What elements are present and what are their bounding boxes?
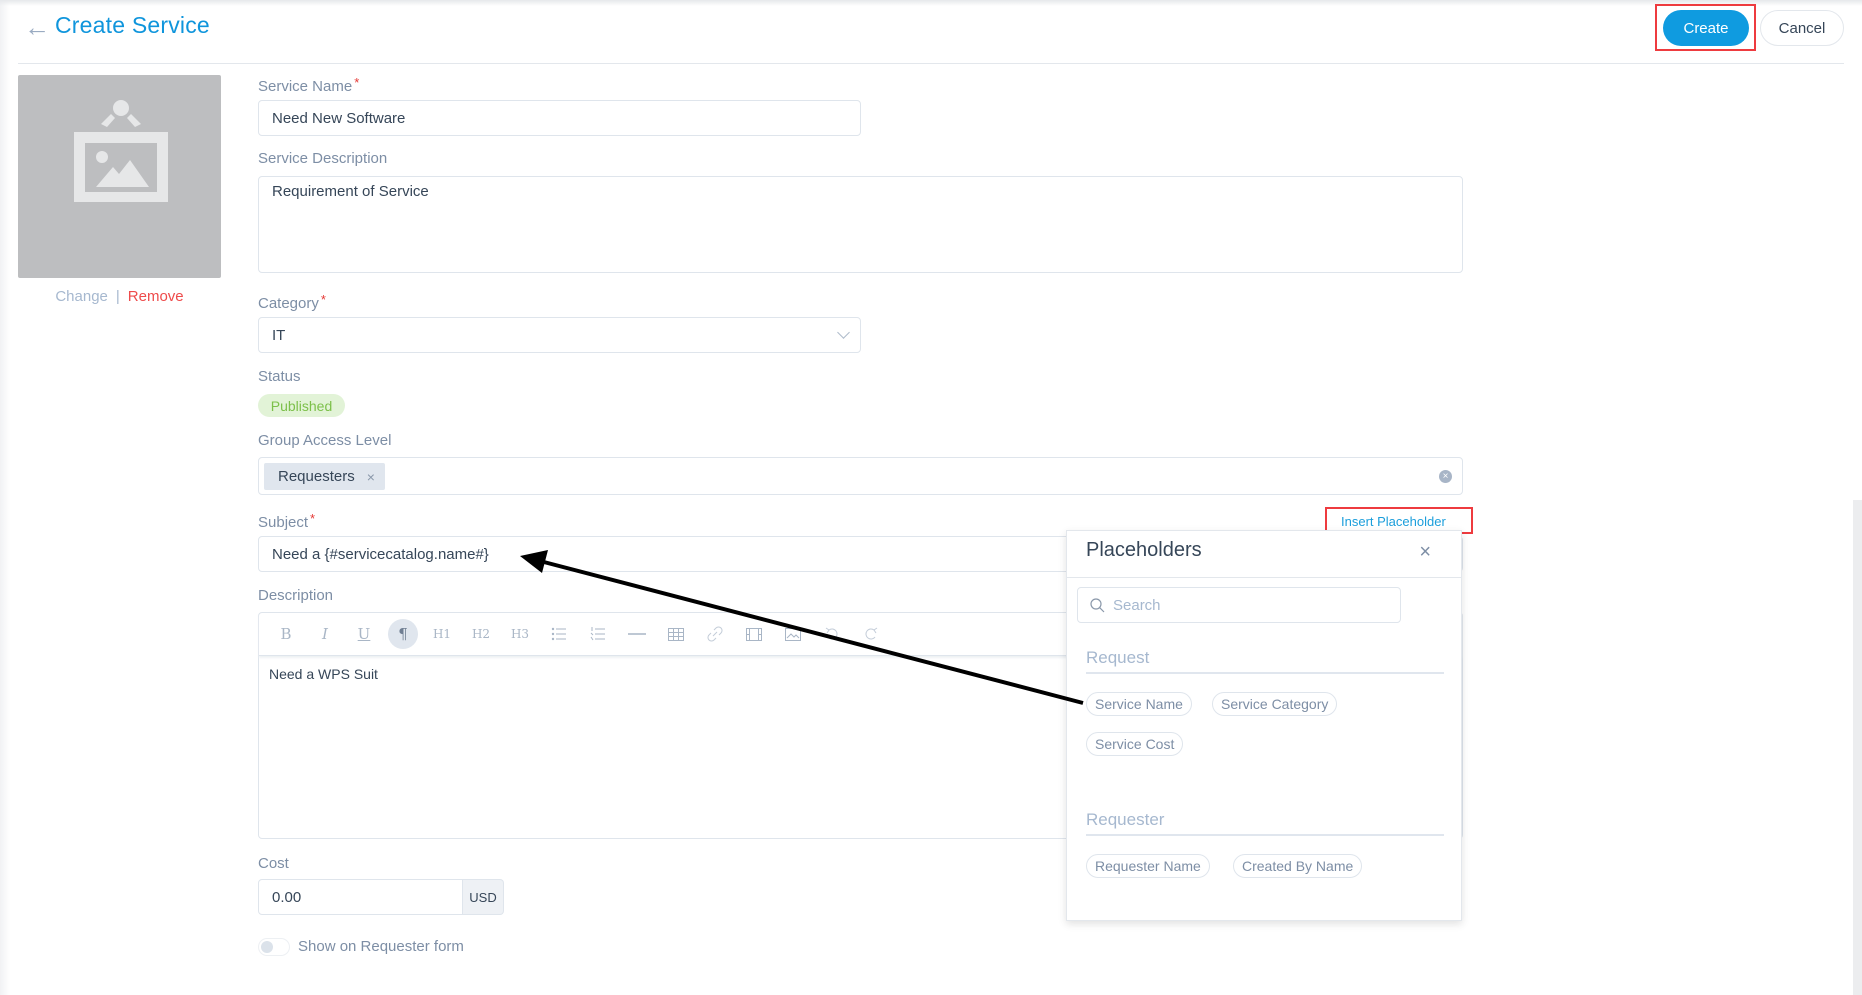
left-shade xyxy=(0,0,10,995)
paragraph-icon[interactable]: ¶ xyxy=(388,619,418,649)
show-on-requester-toggle[interactable] xyxy=(258,938,290,956)
subject-value: Need a {#servicecatalog.name#} xyxy=(272,545,489,563)
category-value: IT xyxy=(272,326,286,344)
cost-value: 0.00 xyxy=(272,888,302,906)
placeholder-chip[interactable]: Requester Name xyxy=(1086,854,1210,878)
service-description-textarea[interactable]: Requirement of Service xyxy=(258,176,1463,273)
section-divider xyxy=(1086,672,1444,674)
placeholder-chip[interactable]: Service Cost xyxy=(1086,732,1184,756)
cancel-button[interactable]: Cancel xyxy=(1760,10,1844,46)
service-image[interactable] xyxy=(18,75,221,278)
remove-image-link[interactable]: Remove xyxy=(128,288,184,305)
cost-label: Cost xyxy=(258,855,289,872)
heading1-icon[interactable]: H1 xyxy=(427,619,457,649)
placeholder-search-input[interactable]: Search xyxy=(1077,587,1401,623)
insert-image-icon[interactable] xyxy=(778,619,808,649)
service-description-value: Requirement of Service xyxy=(272,183,429,200)
show-on-requester-label: Show on Requester form xyxy=(298,938,464,955)
tag-remove-icon[interactable]: × xyxy=(367,469,375,485)
placeholder-chip[interactable]: Service Name xyxy=(1086,692,1192,716)
service-name-input[interactable]: Need New Software xyxy=(258,100,861,136)
cost-input[interactable]: 0.00 xyxy=(258,879,463,915)
clear-all-icon[interactable]: × xyxy=(1439,470,1452,483)
popup-title: Placeholders xyxy=(1086,539,1202,561)
required-marker: * xyxy=(354,75,360,90)
heading3-icon[interactable]: H3 xyxy=(505,619,535,649)
service-name-value: Need New Software xyxy=(272,109,406,127)
search-placeholder: Search xyxy=(1113,596,1161,614)
description-label: Description xyxy=(258,587,334,604)
image-placeholder-icon xyxy=(74,100,168,202)
underline-icon[interactable]: U xyxy=(349,619,379,649)
create-highlight-box xyxy=(1655,4,1756,51)
ordered-list-icon[interactable] xyxy=(583,619,613,649)
scrollbar[interactable] xyxy=(1853,500,1862,995)
category-select[interactable]: IT xyxy=(258,317,861,353)
link-icon[interactable] xyxy=(700,619,730,649)
image-actions: Change | Remove xyxy=(18,288,221,305)
redo-icon[interactable] xyxy=(856,619,886,649)
video-icon[interactable] xyxy=(739,619,769,649)
separator: | xyxy=(115,288,120,305)
search-icon xyxy=(1090,597,1105,612)
required-marker: * xyxy=(310,511,316,526)
section-title-requester: Requester xyxy=(1086,810,1165,829)
undo-icon[interactable] xyxy=(817,619,847,649)
page-title: Create Service xyxy=(55,12,210,38)
required-marker: * xyxy=(320,292,326,307)
service-description-label: Service Description xyxy=(258,150,388,167)
chevron-down-icon xyxy=(837,326,850,339)
placeholder-chip[interactable]: Service Category xyxy=(1212,692,1338,716)
service-name-label-text: Service Name xyxy=(258,78,353,95)
group-access-multiselect[interactable]: Requesters × × xyxy=(258,457,1463,495)
change-image-link[interactable]: Change xyxy=(55,288,108,305)
back-arrow-icon[interactable]: ← xyxy=(24,14,50,40)
bold-icon[interactable]: B xyxy=(271,619,301,649)
header-divider xyxy=(18,63,1844,64)
category-label-text: Category xyxy=(258,295,319,312)
currency-addon: USD xyxy=(463,879,504,915)
close-icon[interactable]: × xyxy=(1419,541,1431,564)
subject-label: Subject * xyxy=(258,511,315,531)
section-title-request: Request xyxy=(1086,648,1150,667)
horizontal-rule-icon[interactable] xyxy=(622,619,652,649)
group-access-label: Group Access Level xyxy=(258,432,392,449)
italic-icon[interactable]: I xyxy=(310,619,340,649)
placeholders-popup: Placeholders × Search Request Service Na… xyxy=(1066,530,1462,921)
tag-requesters: Requesters × xyxy=(264,463,385,490)
subject-label-text: Subject xyxy=(258,514,309,531)
placeholder-chip[interactable]: Created By Name xyxy=(1233,854,1363,878)
toggle-knob xyxy=(261,941,273,953)
section-divider xyxy=(1086,834,1444,836)
popup-divider xyxy=(1067,577,1461,578)
bullet-list-icon[interactable] xyxy=(544,619,574,649)
service-name-label: Service Name * xyxy=(258,75,359,95)
category-label: Category * xyxy=(258,292,326,312)
cost-field: 0.00 USD xyxy=(258,879,504,915)
heading2-icon[interactable]: H2 xyxy=(466,619,496,649)
table-icon[interactable] xyxy=(661,619,691,649)
tag-label: Requesters xyxy=(278,468,355,485)
status-label: Status xyxy=(258,368,301,385)
status-badge: Published xyxy=(258,394,345,417)
page-header: ← Create Service Create Cancel xyxy=(0,0,1862,63)
